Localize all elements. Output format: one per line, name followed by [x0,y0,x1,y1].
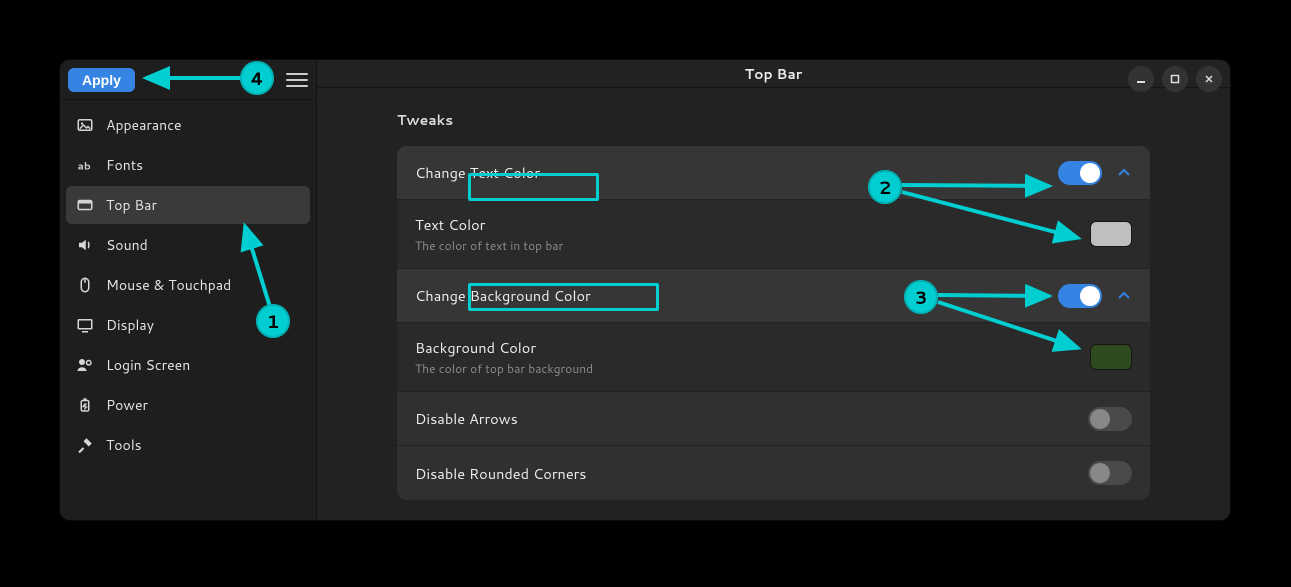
fonts-icon: ab [76,156,94,174]
sidebar-header: Apply [60,60,316,100]
chevron-up-icon[interactable] [1116,288,1132,304]
content-area: Tweaks Change Text Color Text Colo [317,88,1230,520]
sidebar-item-label: Tools [106,435,142,455]
color-swatch-text[interactable] [1090,221,1132,247]
app-window: Apply Appearance ab Fonts [60,60,1230,520]
hamburger-menu-icon[interactable] [286,69,308,91]
display-icon [76,316,94,334]
titlebar: Top Bar [317,60,1230,88]
mouse-icon [76,276,94,294]
row-label: Change Background Color [415,285,1058,306]
sidebar-item-tools[interactable]: Tools [66,426,310,464]
tweaks-list: Change Text Color Text Color The color o… [397,146,1150,500]
apply-button[interactable]: Apply [68,68,135,92]
sidebar: Apply Appearance ab Fonts [60,60,317,520]
svg-text:ab: ab [78,160,91,174]
toggle-change-bg-color[interactable] [1058,284,1102,308]
section-title-tweaks: Tweaks [397,110,1150,130]
toggle-disable-arrows[interactable] [1088,407,1132,431]
row-change-text-color[interactable]: Change Text Color [397,146,1150,200]
sidebar-item-label: Sound [106,235,148,255]
row-subtitle: The color of top bar background [415,360,1090,377]
row-disable-arrows: Disable Arrows [397,392,1150,446]
maximize-button[interactable] [1162,66,1188,92]
color-swatch-bg[interactable] [1090,344,1132,370]
sidebar-item-label: Mouse & Touchpad [106,275,231,295]
row-label: Change Text Color [415,162,1058,183]
close-button[interactable] [1196,66,1222,92]
sidebar-item-fonts[interactable]: ab Fonts [66,146,310,184]
page-title: Top Bar [745,64,803,84]
sidebar-item-label: Login Screen [106,355,190,375]
sidebar-list: Appearance ab Fonts Top Bar [60,100,316,470]
sidebar-item-top-bar[interactable]: Top Bar [66,186,310,224]
login-screen-icon [76,356,94,374]
minimize-button[interactable] [1128,66,1154,92]
sidebar-item-label: Display [106,315,154,335]
row-label: Disable Arrows [415,408,1088,429]
sidebar-item-sound[interactable]: Sound [66,226,310,264]
sidebar-item-mouse-touchpad[interactable]: Mouse & Touchpad [66,266,310,304]
power-icon [76,396,94,414]
row-label: Disable Rounded Corners [415,463,1088,484]
chevron-up-icon[interactable] [1116,165,1132,181]
main-panel: Top Bar Tweaks [317,60,1230,520]
row-change-bg-color[interactable]: Change Background Color [397,269,1150,323]
sidebar-item-label: Power [106,395,148,415]
toggle-disable-rounded[interactable] [1088,461,1132,485]
appearance-icon [76,116,94,134]
row-text-color: Text Color The color of text in top bar [397,200,1150,269]
row-label: Text Color [415,214,1090,235]
tools-icon [76,436,94,454]
sidebar-item-label: Appearance [106,115,182,135]
row-disable-rounded: Disable Rounded Corners [397,446,1150,500]
sidebar-item-appearance[interactable]: Appearance [66,106,310,144]
sidebar-item-power[interactable]: Power [66,386,310,424]
sidebar-item-label: Top Bar [106,195,157,215]
top-bar-icon [76,196,94,214]
sidebar-item-display[interactable]: Display [66,306,310,344]
row-subtitle: The color of text in top bar [415,237,1090,254]
toggle-change-text-color[interactable] [1058,161,1102,185]
sound-icon [76,236,94,254]
row-label: Background Color [415,337,1090,358]
sidebar-item-login-screen[interactable]: Login Screen [66,346,310,384]
window-controls [1128,66,1222,92]
row-bg-color: Background Color The color of top bar ba… [397,323,1150,392]
sidebar-item-label: Fonts [106,155,143,175]
